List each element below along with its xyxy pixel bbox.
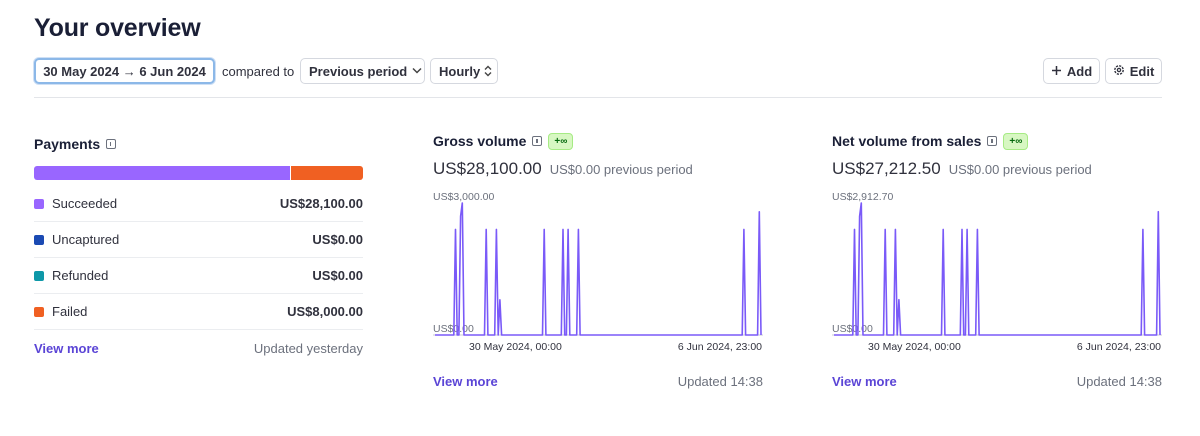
y-axis-max-label: US$2,912.70 — [832, 192, 893, 203]
net-volume-value: US$27,212.50 — [832, 159, 941, 178]
chevron-down-icon — [412, 66, 422, 77]
legend-label: Failed — [52, 304, 88, 319]
net-volume-chart[interactable]: US$2,912.70US$0.0030 May 2024, 00:00 6 Ju… — [832, 192, 1162, 362]
payments-stacked-bar — [34, 166, 363, 180]
net-volume-title: Net volume from sales +∞ — [832, 131, 1162, 151]
gross-updated-text: Updated 14:38 — [677, 374, 763, 389]
bar-segment-succeeded[interactable] — [34, 166, 291, 180]
add-button-label: Add — [1066, 63, 1093, 79]
legend-swatch — [34, 270, 44, 281]
compared-to-label: compared to — [222, 64, 295, 79]
edit-button[interactable]: Edit — [1105, 58, 1162, 84]
header-divider — [34, 97, 1162, 98]
info-icon[interactable] — [987, 136, 998, 146]
legend-row-failed[interactable]: Failed US$8,000.00 — [34, 294, 363, 330]
change-badge: +∞ — [1003, 132, 1029, 150]
net-updated-text: Updated 14:38 — [1076, 374, 1162, 389]
legend-swatch — [34, 234, 44, 245]
compare-period-dropdown[interactable]: Previous period — [300, 58, 425, 84]
payments-title: Payments — [34, 134, 363, 154]
legend-label: Refunded — [52, 268, 109, 283]
toolbar: 30 May 2024 → 6 Jun 2024 compared to Pre… — [34, 58, 1162, 86]
x-axis-end-label: 6 Jun 2024, 23:00 — [678, 341, 762, 353]
info-icon[interactable] — [532, 136, 543, 146]
info-icon[interactable] — [106, 139, 117, 149]
legend-label: Succeeded — [52, 196, 118, 211]
payments-title-text: Payments — [34, 136, 101, 152]
data-line[interactable] — [834, 202, 1161, 336]
gross-volume-chart[interactable]: US$3,000.00US$0.0030 May 2024, 00:00 6 Ju… — [433, 192, 763, 362]
net-volume-card: Net volume from sales +∞ US$27,212.50 US… — [832, 131, 1162, 389]
x-axis-start-label: 30 May 2024, 00:00 — [868, 341, 961, 353]
net-volume-previous: US$0.00 previous period — [948, 162, 1092, 177]
gross-view-more-link[interactable]: View more — [433, 374, 498, 389]
chevron-updown-icon — [484, 65, 492, 78]
y-axis-max-label: US$3,000.00 — [433, 192, 494, 203]
date-range-picker[interactable]: 30 May 2024 → 6 Jun 2024 — [34, 58, 215, 84]
gear-icon — [1113, 64, 1125, 79]
legend-value: US$0.00 — [312, 232, 363, 247]
interval-dropdown[interactable]: Hourly — [430, 58, 498, 84]
bar-segment-failed[interactable] — [290, 166, 363, 180]
x-axis-end-label: 6 Jun 2024, 23:00 — [1077, 341, 1161, 353]
legend-label: Uncaptured — [52, 232, 120, 247]
add-button[interactable]: Add — [1043, 58, 1100, 84]
gross-volume-card: Gross volume +∞ US$28,100.00 US$0.00 pre… — [433, 131, 763, 389]
legend-value: US$8,000.00 — [287, 304, 363, 319]
payments-card: Payments Succeeded US$28,100.00 Uncaptur… — [34, 134, 363, 356]
gross-volume-value: US$28,100.00 — [433, 159, 542, 178]
gross-volume-previous: US$0.00 previous period — [549, 162, 693, 177]
page-title: Your overview — [34, 14, 201, 42]
x-axis-start-label: 30 May 2024, 00:00 — [469, 341, 562, 353]
interval-value: Hourly — [439, 63, 481, 79]
net-volume-title-text: Net volume from sales — [832, 133, 982, 149]
data-line[interactable] — [435, 202, 762, 336]
edit-button-label: Edit — [1129, 63, 1155, 79]
legend-row-uncaptured[interactable]: Uncaptured US$0.00 — [34, 222, 363, 258]
legend-value: US$0.00 — [312, 268, 363, 283]
payments-updated-text: Updated yesterday — [253, 341, 363, 356]
compare-period-value: Previous period — [309, 63, 408, 79]
gross-volume-title-text: Gross volume — [433, 133, 527, 149]
net-view-more-link[interactable]: View more — [832, 374, 897, 389]
plus-icon — [1051, 64, 1062, 79]
legend-swatch — [34, 198, 44, 209]
change-badge: +∞ — [548, 132, 574, 150]
gross-volume-title: Gross volume +∞ — [433, 131, 763, 151]
legend-swatch — [34, 306, 44, 317]
legend-row-refunded[interactable]: Refunded US$0.00 — [34, 258, 363, 294]
legend-row-succeeded[interactable]: Succeeded US$28,100.00 — [34, 186, 363, 222]
legend-value: US$28,100.00 — [279, 196, 363, 211]
payments-view-more-link[interactable]: View more — [34, 341, 99, 356]
